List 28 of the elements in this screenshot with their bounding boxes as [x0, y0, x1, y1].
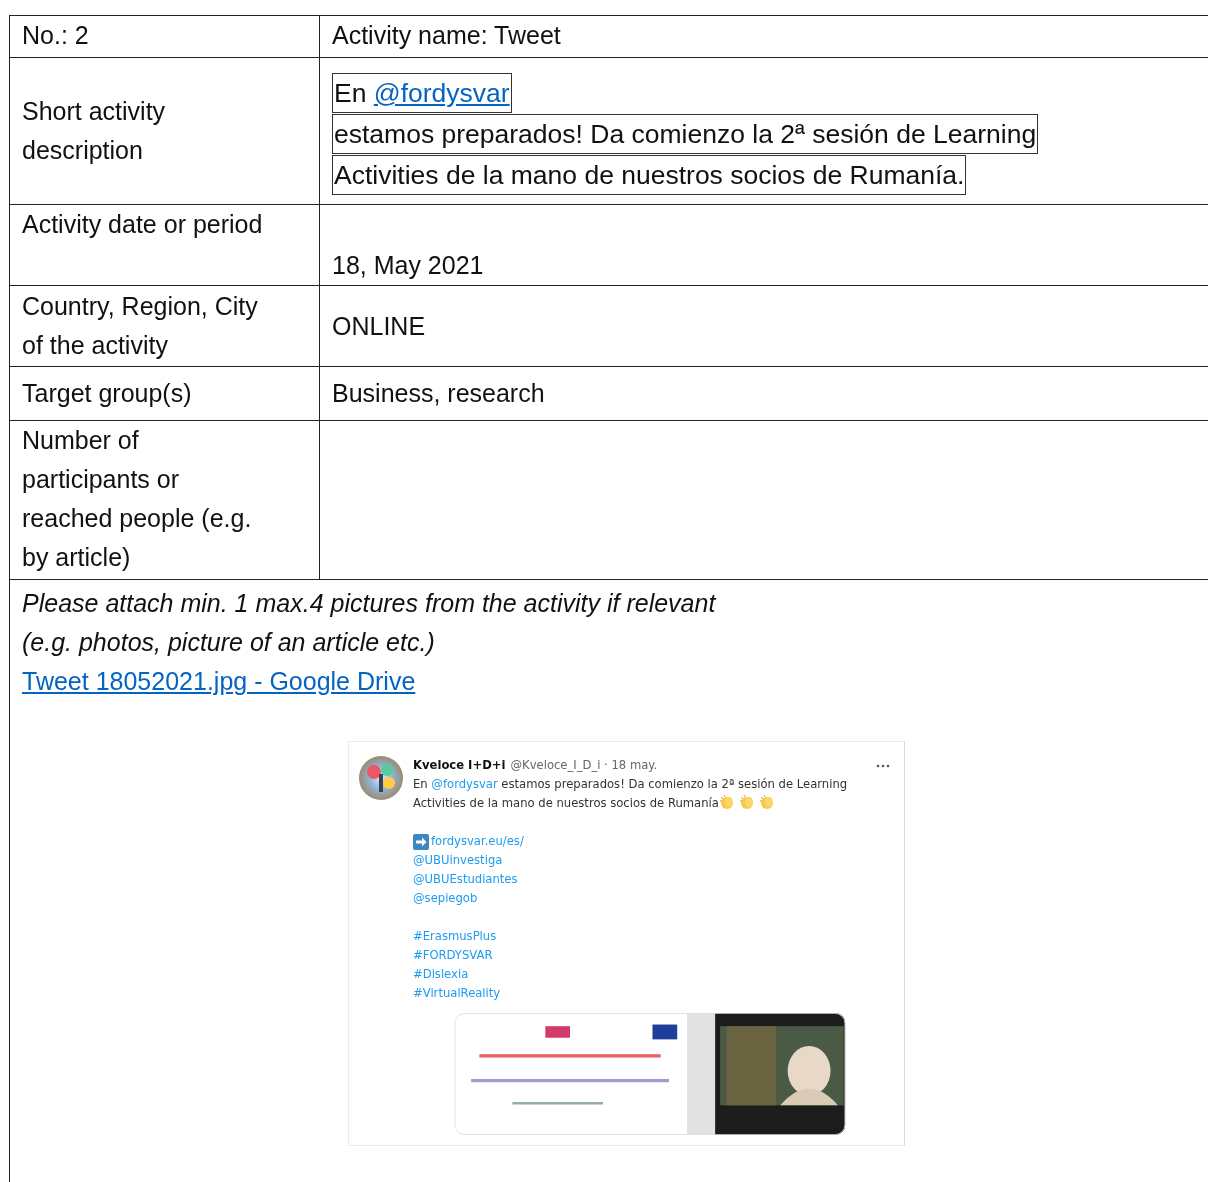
author-name[interactable]: Kveloce I+D+i: [413, 756, 506, 775]
instruction-text: (e.g. photos, picture of an article etc.): [22, 627, 436, 658]
hashtag-link[interactable]: #ErasmusPlus: [413, 927, 497, 946]
hashtag-link[interactable]: #Dislexia: [413, 965, 469, 984]
activity-name: Activity name: Tweet: [332, 20, 562, 51]
avatar-icon[interactable]: [359, 756, 403, 800]
mention-link[interactable]: @UBUinvestiga: [413, 851, 503, 870]
field-value: ONLINE: [332, 310, 427, 342]
more-icon[interactable]: [876, 762, 890, 769]
field-label: Country, Region, City of the activity: [22, 291, 259, 361]
tweet-text: En @fordysvar estamos preparados! Da comienzo la 2ª sesión de Learning Activities de la mano de nuestros socios de Rumanía: [413, 776, 849, 812]
instruction-text: Please attach min. 1 max.4 pictures from the activity if relevant: [22, 588, 718, 619]
field-value: Business, research: [332, 378, 546, 409]
web-link[interactable]: fordysvar.eu/es/: [431, 832, 524, 851]
hashtag-link[interactable]: #FORDYSVAR: [413, 946, 493, 965]
field-label: Activity date or period: [22, 209, 264, 240]
mention-link[interactable]: @UBUEstudiantes: [413, 870, 518, 889]
mention-link[interactable]: @sepiegob: [413, 889, 478, 908]
field-label: Number of participants or reached people (e.g. by article): [22, 425, 253, 573]
mention-link[interactable]: @fordysvar: [373, 78, 510, 108]
field-value: 18, May 2021: [332, 250, 485, 281]
author-handle: @Kveloce_I_D_i · 18 may.: [510, 757, 658, 774]
field-label: No.: 2: [22, 20, 90, 51]
field-label: Short activity description: [22, 96, 167, 166]
hashtag-link[interactable]: #VirtualReality: [413, 984, 501, 1003]
drive-link[interactable]: Tweet 18052021.jpg - Google Drive: [22, 667, 416, 695]
field-label: Target group(s): [22, 378, 193, 409]
mention-link[interactable]: @fordysvar: [431, 777, 498, 791]
